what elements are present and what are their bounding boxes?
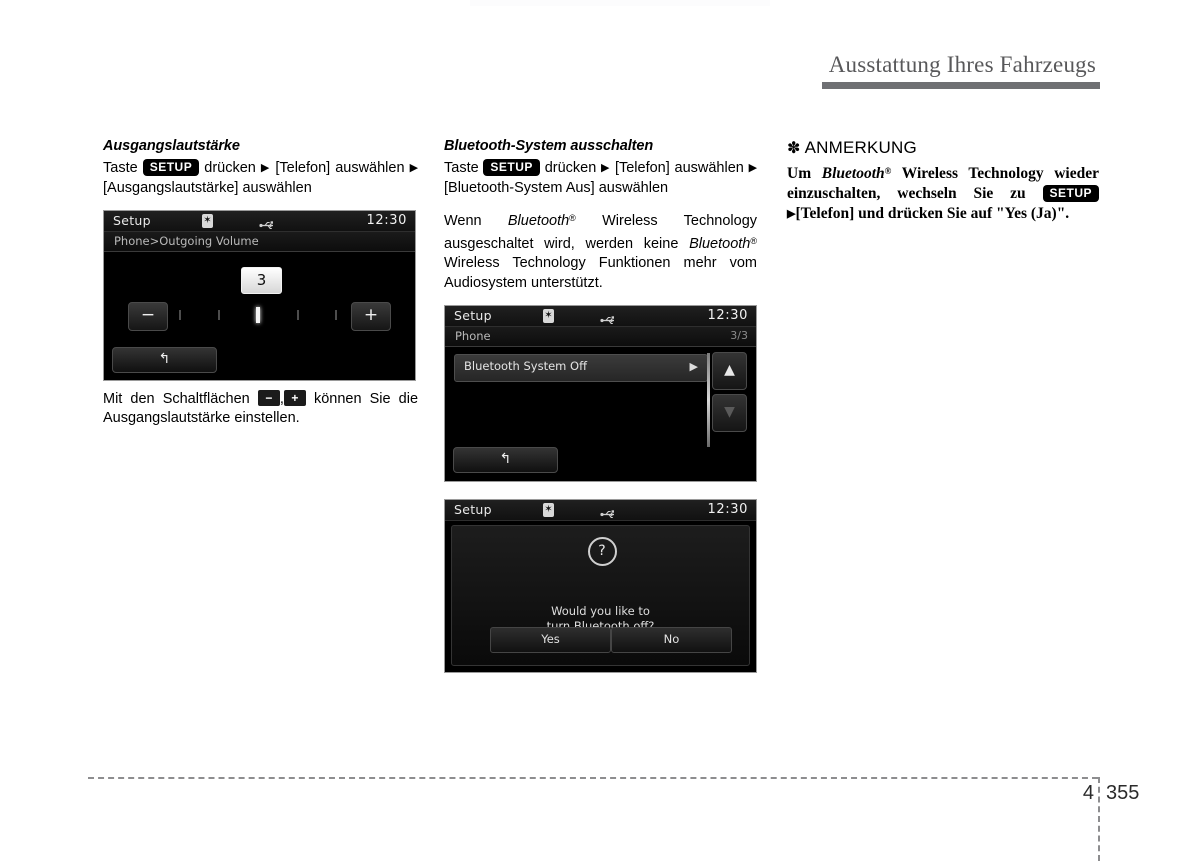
device-status-bar: Setup ✶ 12:30 [445, 500, 756, 521]
device-breadcrumb-bar: Phone>Outgoing Volume [104, 232, 415, 252]
device-screenshot-bluetooth-list: Setup ✶ 12:30 Phone 3/3 Bluetooth System… [444, 305, 757, 482]
instruction-press: drücken [544, 160, 597, 176]
caption-outgoing-volume: Mit den Schaltflächen −, + können Sie die… [103, 390, 418, 428]
dialog-message-line-1: Would you like to [551, 604, 650, 618]
breadcrumb: Phone>Outgoing Volume [114, 234, 259, 248]
paragraph-text-3: Wireless Technology Funktionen mehr vom … [444, 255, 757, 291]
status-clock: 12:30 [707, 308, 748, 323]
bluetooth-icon: ✶ [543, 309, 554, 323]
setup-key-badge[interactable]: SETUP [1042, 185, 1100, 202]
footer-rule [88, 777, 1098, 779]
status-clock: 12:30 [707, 502, 748, 517]
registered-mark: ® [884, 166, 892, 176]
plus-key-badge: + [283, 390, 306, 406]
volume-decrease-button[interactable]: − [128, 302, 168, 331]
scrollbar-track[interactable] [707, 353, 710, 447]
page-title: Ausstattung Ihres Fahrzeugs [828, 52, 1096, 77]
column-left: Ausgangslautstärke Taste SETUP drücken ▶… [103, 138, 418, 443]
instruction-step-1: [Telefon] auswählen [614, 160, 744, 176]
status-title: Setup [113, 213, 151, 228]
arrow-right-icon: ▶ [601, 162, 611, 174]
slider-tick-3-active [256, 307, 260, 323]
instruction-step-2: [Ausgangslautstärke] auswählen [103, 179, 312, 196]
list-item-label: Bluetooth System Off [464, 359, 587, 373]
list-item-bluetooth-system-off[interactable]: Bluetooth System Off ▶ [454, 354, 708, 382]
header-rule [822, 82, 1100, 89]
footer-vertical-rule [1098, 777, 1100, 861]
scroll-up-button[interactable]: ▲ [712, 352, 747, 390]
instruction-step-1: [Telefon] auswählen [275, 160, 405, 176]
volume-increase-button[interactable]: + [351, 302, 391, 331]
arrow-right-icon-2: ▶ [748, 162, 758, 174]
bluetooth-wordmark-2: Bluetooth [689, 235, 751, 252]
device-status-bar: Setup ✶ 12:30 [104, 211, 415, 232]
device-screenshot-bluetooth-dialog: Setup ✶ 12:30 ? Would you like to turn B… [444, 499, 757, 673]
device-breadcrumb-bar: Phone 3/3 [445, 327, 756, 347]
bluetooth-wordmark: Bluetooth [821, 165, 885, 182]
scroll-down-button[interactable]: ▼ [712, 394, 747, 432]
confirmation-dialog: ? Would you like to turn Bluetooth off? … [451, 525, 750, 666]
slider-tick-5 [335, 310, 337, 320]
arrow-right-icon-2: ▶ [409, 162, 419, 174]
chevron-up-icon: ▲ [724, 362, 735, 378]
slider-tick-1 [179, 310, 181, 320]
paragraph-bluetooth-off: Wenn Bluetooth® Wireless Technology ausg… [444, 209, 757, 293]
note-heading: ✽ ANMERKUNG [787, 138, 1099, 158]
note-heading-label: ANMERKUNG [804, 138, 917, 157]
registered-mark-2: ® [750, 235, 758, 246]
volume-value-display: 3 [241, 267, 282, 294]
bluetooth-wordmark-1: Bluetooth [507, 213, 570, 229]
device-screenshot-outgoing-volume: Setup ✶ 12:30 Phone>Outgoing Volume 3 − … [103, 210, 416, 381]
note-body: Um Bluetooth® Wireless Technology wieder… [787, 161, 1100, 224]
note-text-3: [Telefon] und drücken Sie auf "Yes (Ja)"… [795, 205, 1070, 222]
registered-mark-1: ® [569, 213, 576, 223]
yes-button[interactable]: Yes [490, 627, 611, 653]
no-button[interactable]: No [611, 627, 732, 653]
usb-icon [259, 216, 277, 230]
status-clock: 12:30 [366, 213, 407, 228]
instruction-prefix: Taste [444, 160, 479, 176]
usb-icon [600, 311, 618, 325]
usb-icon [600, 505, 618, 519]
question-icon: ? [587, 537, 617, 566]
status-title: Setup [454, 502, 492, 517]
slider-tick-2 [218, 310, 220, 320]
instruction-bluetooth-off: Taste SETUP drücken ▶ [Telefon] auswähle… [444, 159, 757, 198]
volume-slider-ticks[interactable] [179, 306, 339, 326]
bluetooth-icon: ✶ [202, 214, 213, 228]
caption-part-1: Mit den Schaltflächen [103, 391, 250, 407]
bluetooth-icon: ✶ [543, 503, 554, 517]
instruction-press: drücken [204, 160, 256, 176]
chevron-down-icon: ▼ [724, 404, 735, 420]
column-middle: Bluetooth-System ausschalten Taste SETUP… [444, 138, 757, 673]
asterisk-icon: ✽ [787, 140, 801, 157]
instruction-prefix: Taste [103, 160, 138, 176]
scan-artifact [470, 0, 770, 6]
back-button[interactable]: ↰ [453, 447, 558, 473]
back-button[interactable]: ↰ [112, 347, 217, 373]
breadcrumb: Phone [455, 329, 491, 343]
status-title: Setup [454, 308, 492, 323]
device-status-bar: Setup ✶ 12:30 [445, 306, 756, 327]
chevron-right-icon: ▶ [689, 360, 698, 373]
setup-key-badge[interactable]: SETUP [483, 159, 540, 176]
page-indicator: 3/3 [730, 329, 748, 342]
footer-chapter-number: 4 [1082, 782, 1094, 804]
note-text-1: Um [787, 165, 812, 182]
minus-key-badge: − [257, 390, 280, 406]
section-title-outgoing-volume: Ausgangslautstärke [103, 138, 240, 154]
arrow-right-icon: ▶ [260, 162, 271, 174]
footer-page-number: 355 [1106, 782, 1140, 804]
setup-key-badge[interactable]: SETUP [142, 159, 200, 176]
section-title-bluetooth-off: Bluetooth-System ausschalten [444, 138, 654, 154]
page-header: Ausstattung Ihres Fahrzeugs [0, 52, 1100, 78]
instruction-outgoing-volume: Taste SETUP drücken ▶ [Telefon] auswähle… [103, 159, 418, 198]
instruction-step-2: [Bluetooth-System Aus] auswählen [444, 179, 669, 196]
paragraph-text-1: Wenn [444, 213, 482, 229]
column-right: ✽ ANMERKUNG Um Bluetooth® Wireless Techn… [787, 138, 1100, 224]
slider-tick-4 [297, 310, 299, 320]
